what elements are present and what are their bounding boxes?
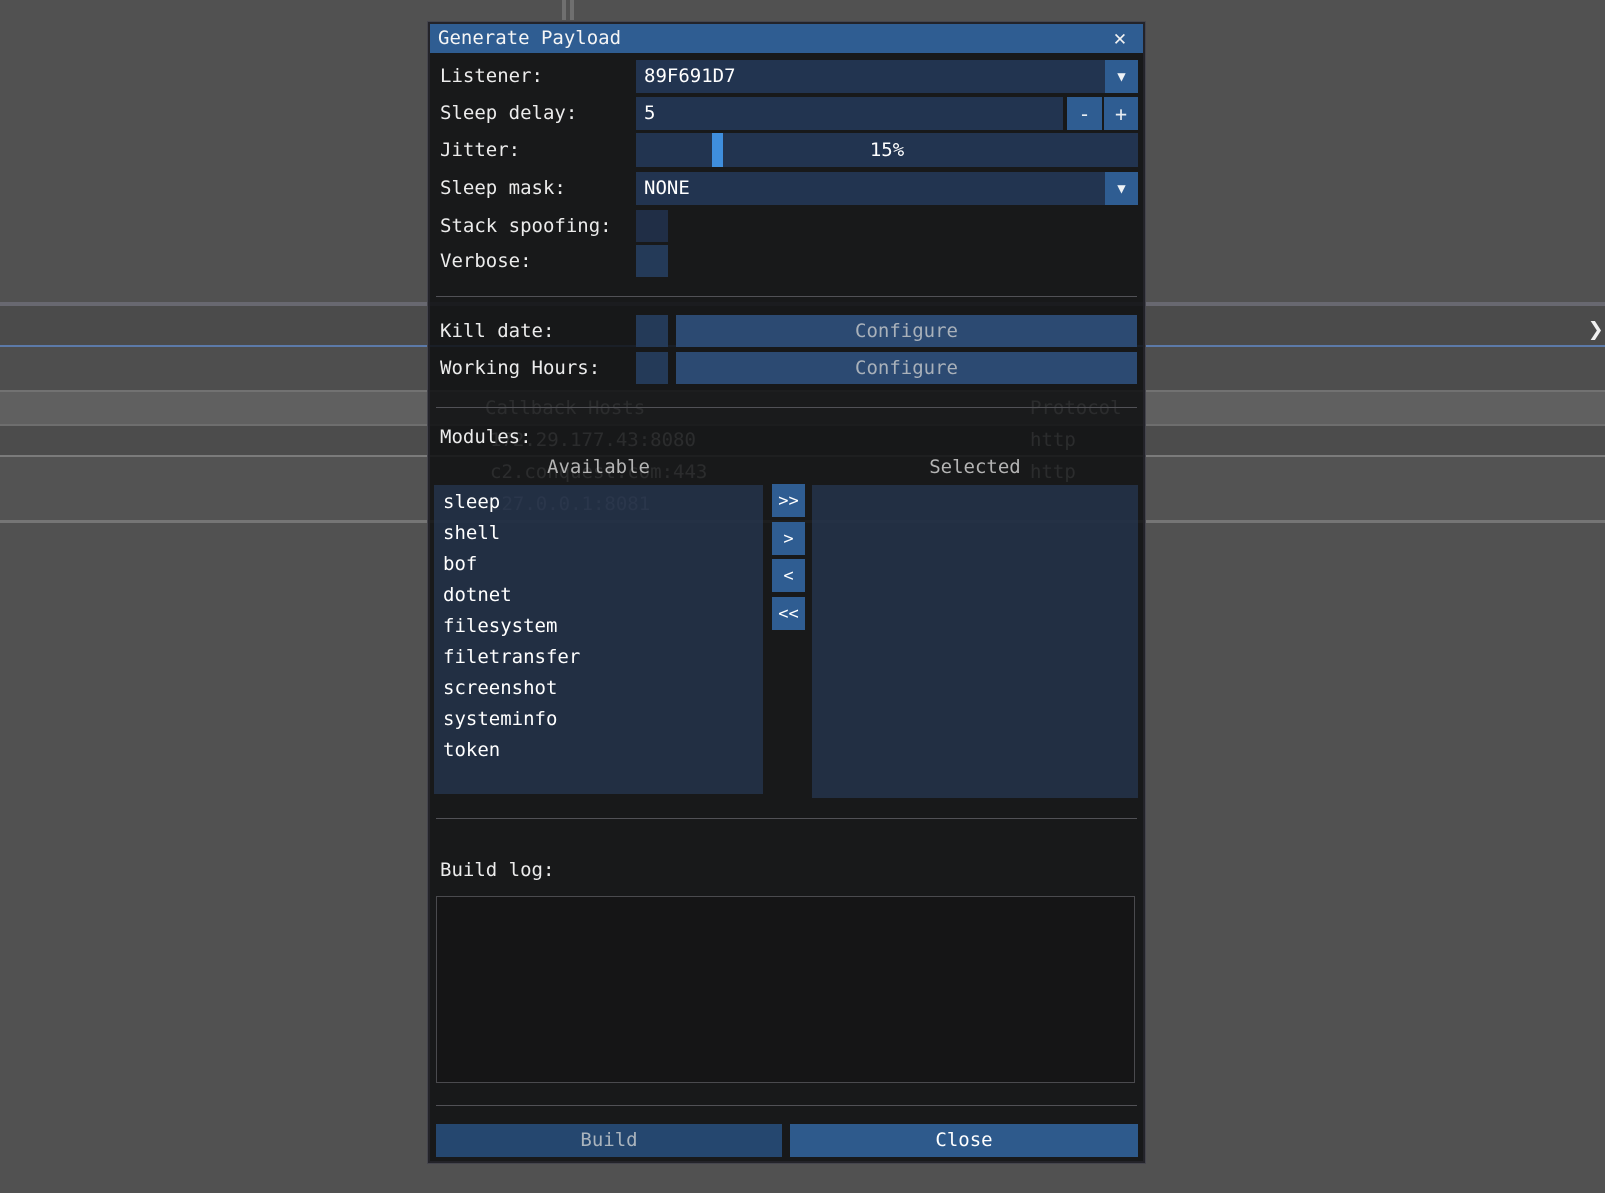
verbose-label: Verbose: xyxy=(440,245,532,277)
sleep-mask-dropdown-button[interactable]: ▼ xyxy=(1105,172,1138,205)
listener-label: Listener: xyxy=(440,60,543,93)
available-list[interactable]: sleep shell bof dotnet filesystem filetr… xyxy=(434,485,763,794)
sleep-delay-label: Sleep delay: xyxy=(440,97,577,130)
scrollbar-tick xyxy=(570,0,574,20)
scrollbar-tick xyxy=(562,0,566,20)
module-item-filetransfer[interactable]: filetransfer xyxy=(434,642,763,673)
listener-select[interactable]: 89F691D7 xyxy=(636,60,1138,93)
sleep-delay-value: 5 xyxy=(636,102,655,124)
stack-spoofing-label: Stack spoofing: xyxy=(440,210,612,242)
build-button[interactable]: Build xyxy=(436,1124,782,1157)
working-hours-label: Working Hours: xyxy=(440,352,600,384)
build-log-label: Build log: xyxy=(440,855,554,885)
section-divider xyxy=(436,818,1137,819)
move-left-button[interactable]: < xyxy=(772,559,805,592)
close-icon[interactable]: ✕ xyxy=(1105,24,1135,53)
module-item-token[interactable]: token xyxy=(434,735,763,766)
module-item-screenshot[interactable]: screenshot xyxy=(434,673,763,704)
available-header: Available xyxy=(434,452,763,482)
chevron-down-icon: ▼ xyxy=(1117,181,1125,197)
generate-payload-dialog: Generate Payload ✕ Listener: 89F691D7 ▼ … xyxy=(428,22,1145,1163)
jitter-value: 15% xyxy=(636,133,1138,167)
listener-value: 89F691D7 xyxy=(636,65,736,87)
selected-list[interactable] xyxy=(812,485,1138,798)
plus-icon: + xyxy=(1115,102,1127,126)
working-hours-checkbox[interactable] xyxy=(636,352,668,384)
module-item-bof[interactable]: bof xyxy=(434,549,763,580)
close-button[interactable]: Close xyxy=(790,1124,1138,1157)
listener-dropdown-button[interactable]: ▼ xyxy=(1105,60,1138,93)
build-log-textarea[interactable] xyxy=(436,896,1135,1083)
stack-spoofing-checkbox[interactable] xyxy=(636,210,668,242)
sleep-delay-decrement-button[interactable]: - xyxy=(1067,97,1102,130)
screen: Callback Hosts Protocol 172.29.177.43:80… xyxy=(0,0,1605,1193)
section-divider xyxy=(436,1105,1137,1106)
module-item-filesystem[interactable]: filesystem xyxy=(434,611,763,642)
verbose-checkbox[interactable] xyxy=(636,245,668,277)
module-item-dotnet[interactable]: dotnet xyxy=(434,580,763,611)
modules-label: Modules: xyxy=(440,422,532,452)
sleep-mask-value: NONE xyxy=(636,177,690,199)
module-item-sleep[interactable]: sleep xyxy=(434,487,763,518)
kill-date-label: Kill date: xyxy=(440,315,554,347)
move-all-left-button[interactable]: << xyxy=(772,597,805,630)
module-item-systeminfo[interactable]: systeminfo xyxy=(434,704,763,735)
kill-date-checkbox[interactable] xyxy=(636,315,668,347)
working-hours-configure-button[interactable]: Configure xyxy=(676,352,1137,384)
jitter-label: Jitter: xyxy=(440,133,520,167)
selected-header: Selected xyxy=(812,452,1138,482)
move-right-button[interactable]: > xyxy=(772,522,805,555)
chevron-down-icon: ▼ xyxy=(1117,69,1125,85)
module-item-shell[interactable]: shell xyxy=(434,518,763,549)
sleep-mask-select[interactable]: NONE xyxy=(636,172,1138,205)
section-divider xyxy=(436,296,1137,297)
minus-icon: - xyxy=(1078,102,1090,126)
sleep-delay-increment-button[interactable]: + xyxy=(1104,97,1138,130)
expand-chevron-icon: ❯ xyxy=(1588,317,1604,343)
dialog-titlebar[interactable]: Generate Payload ✕ xyxy=(430,24,1143,53)
dialog-title: Generate Payload xyxy=(438,24,621,53)
sleep-delay-input[interactable]: 5 xyxy=(636,97,1063,130)
section-divider xyxy=(436,407,1137,408)
sleep-mask-label: Sleep mask: xyxy=(440,172,566,205)
kill-date-configure-button[interactable]: Configure xyxy=(676,315,1137,347)
move-all-right-button[interactable]: >> xyxy=(772,484,805,517)
jitter-slider[interactable]: 15% xyxy=(636,133,1138,167)
